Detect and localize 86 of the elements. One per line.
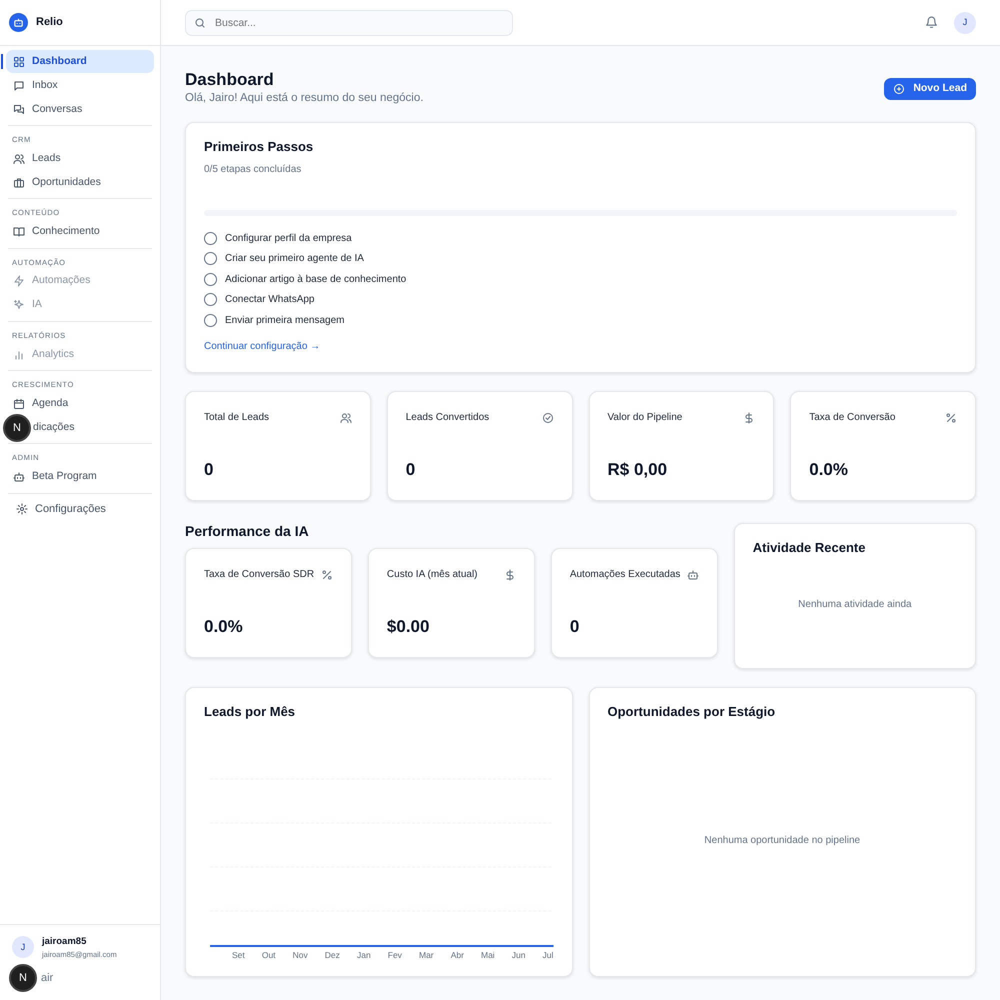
robot-icon: [13, 471, 25, 483]
stat-label: Automações Executadas: [570, 568, 680, 582]
axis-label: Jan: [356, 949, 371, 962]
chat-bubble-icon: [13, 80, 25, 92]
stat-value: $0.00: [386, 616, 430, 638]
bell-icon: [925, 16, 938, 29]
stat-value: 0: [406, 458, 416, 481]
nav-item[interactable]: Beta Program: [6, 466, 154, 488]
robot-icon: [686, 568, 699, 581]
empty-message: Nenhuma atividade ainda: [798, 598, 912, 612]
card-title: Atividade Recente: [752, 540, 866, 556]
axis-label: Jun: [512, 949, 526, 962]
step-checkbox[interactable]: [204, 272, 217, 286]
user-name: jairoam85: [42, 934, 88, 948]
stat-value: 0: [570, 616, 580, 638]
user-avatar: J: [12, 936, 34, 958]
percent-icon: [945, 412, 957, 424]
continue-link[interactable]: Continuar configuração →: [204, 338, 320, 354]
axis-label: Nov: [292, 949, 308, 962]
step-label: Configurar perfil da empresa: [225, 232, 352, 246]
users-icon: [13, 152, 25, 165]
plus-circle-icon: [893, 83, 906, 95]
step-label: Enviar primeira mensagem: [225, 314, 344, 328]
lightning-icon: [13, 275, 25, 288]
stat-value: 0.0%: [809, 458, 849, 481]
nav-item[interactable]: dicações: [31, 416, 82, 440]
book-icon: [13, 226, 25, 238]
dev-badge[interactable]: N: [3, 414, 31, 442]
nav-item[interactable]: Leads: [6, 147, 154, 170]
stat-label: Taxa de Conversão: [809, 411, 896, 426]
brand-name: Relio: [36, 15, 63, 30]
nav-item[interactable]: Configurações: [6, 498, 154, 520]
stat-value: 0: [204, 458, 214, 481]
stat-label: Total de Leads: [204, 411, 270, 426]
new-lead-button[interactable]: Novo Lead: [884, 78, 976, 100]
sparkles-icon: [13, 299, 25, 312]
page-title: Dashboard: [185, 70, 275, 90]
step-label: Conectar WhatsApp: [225, 293, 314, 308]
chat-bubbles-icon: [13, 104, 25, 116]
step-checkbox[interactable]: [204, 293, 217, 306]
card-title: Leads por Mês: [204, 704, 296, 720]
logo-icon: [9, 13, 28, 32]
axis-label: Set: [232, 949, 245, 962]
dev-badge[interactable]: N: [9, 964, 37, 992]
axis-label: Mai: [480, 949, 495, 962]
axis-label: Abr: [450, 949, 464, 962]
nav-item[interactable]: Conhecimento: [6, 220, 154, 244]
step-checkbox[interactable]: [204, 314, 217, 327]
search-field[interactable]: Buscar...: [185, 10, 513, 36]
briefcase-icon: [13, 176, 25, 189]
nav-item[interactable]: Agenda: [6, 392, 154, 416]
bar-chart-icon: [13, 348, 25, 360]
stat-label: Leads Convertidos: [406, 411, 490, 426]
step-checkbox[interactable]: [204, 252, 217, 266]
axis-label: Mar: [418, 949, 434, 962]
card-title: Primeiros Passos: [204, 138, 314, 154]
dollar-icon: [743, 412, 756, 424]
stat-label: Valor do Pipeline: [608, 411, 682, 426]
nav-item[interactable]: Oportunidades: [6, 171, 154, 194]
step-label: Criar seu primeiro agente de IA: [225, 252, 364, 266]
empty-message: Nenhuma oportunidade no pipeline: [704, 834, 860, 848]
step-checkbox[interactable]: [204, 232, 217, 245]
card-title: Oportunidades por Estágio: [608, 704, 776, 720]
dollar-icon: [504, 568, 516, 581]
step-label: Adicionar artigo à base de conhecimento: [225, 272, 406, 287]
stat-value: R$ 0,00: [608, 458, 668, 481]
grid-icon: [13, 56, 25, 68]
check-circle-icon: [542, 412, 554, 424]
axis-label: Jul: [542, 949, 554, 962]
section-title: Performance da IA: [185, 523, 310, 540]
user-avatar[interactable]: J: [954, 12, 976, 34]
stat-label: Taxa de Conversão SDR: [204, 568, 314, 582]
axis-label: Dez: [324, 949, 340, 962]
page-subtitle: Olá, Jairo! Aqui está o resumo do seu negócio.: [185, 91, 424, 106]
calendar-icon: [13, 398, 25, 410]
axis-label: Fev: [388, 949, 402, 962]
users-icon: [340, 412, 352, 424]
stat-label: Custo IA (mês atual): [386, 568, 478, 582]
percent-icon: [320, 568, 333, 581]
axis-label: Out: [262, 949, 276, 962]
settings-icon: [16, 503, 28, 515]
nav-item[interactable]: Conversas: [6, 98, 154, 121]
nav-item[interactable]: Inbox: [6, 74, 154, 97]
logout-link[interactable]: air: [41, 970, 54, 986]
progress-text: 0/5 etapas concluídas: [204, 163, 302, 178]
stat-value: 0.0%: [204, 616, 244, 638]
